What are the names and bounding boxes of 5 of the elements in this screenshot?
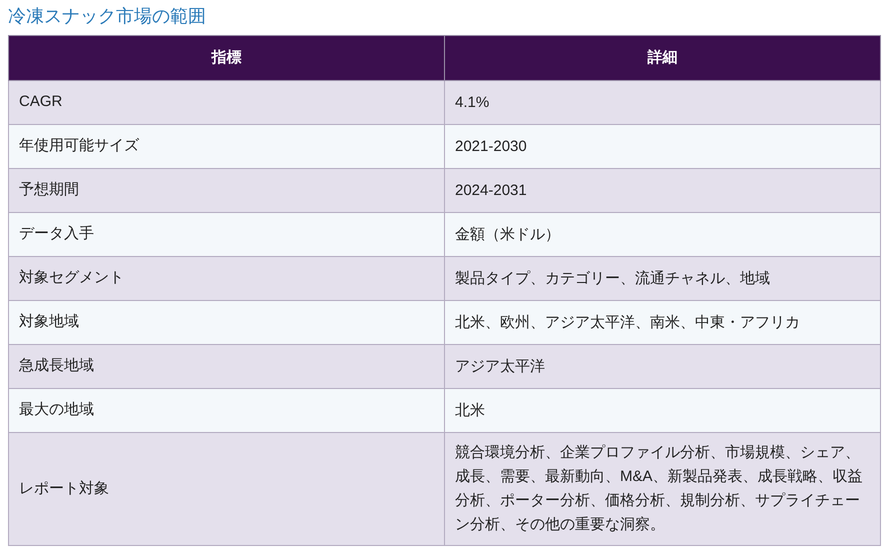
table-cell: 競合環境分析、企業プロファイル分析、市場規模、シェア、成長、需要、最新動向、M&A、新製品発表、成長戦略、収益分析、ポーター分析、価格分析、規制分析、サプライチェーン分析、その他の重要な洞察。 <box>444 432 880 546</box>
section-title: 冷凍スナック市場の範囲 <box>7 5 207 28</box>
column-header: 詳細 <box>444 36 880 80</box>
table-cell: レポート対象 <box>8 432 444 546</box>
column-header: 指標 <box>8 36 444 80</box>
